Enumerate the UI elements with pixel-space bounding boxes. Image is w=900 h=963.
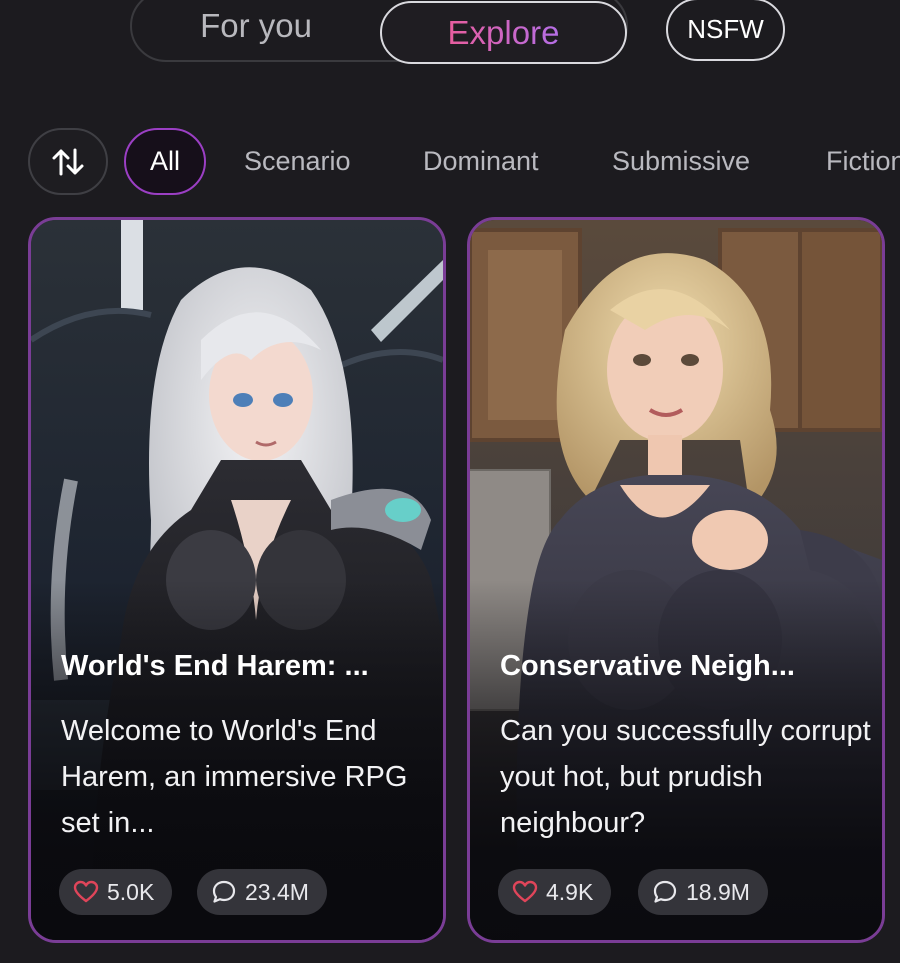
- comment-count: 23.4M: [245, 878, 309, 905]
- heart-icon: [73, 880, 99, 903]
- top-tab-bar: For you Explore NSFW: [130, 0, 785, 64]
- card-title: World's End Harem: ...: [61, 650, 369, 682]
- filter-chip-all[interactable]: All: [124, 128, 206, 195]
- comment-count-badge[interactable]: 23.4M: [197, 869, 327, 915]
- like-count-badge[interactable]: 5.0K: [59, 869, 173, 915]
- comment-count: 18.9M: [686, 878, 750, 905]
- heart-icon: [512, 880, 538, 903]
- chat-bubble-icon: [212, 880, 236, 903]
- card-description: Can you successfully corrupt yout hot, b…: [500, 715, 871, 839]
- filter-chip-scenario[interactable]: Scenario: [244, 128, 351, 195]
- category-filter-bar: All Scenario Dominant Submissive Fiction: [28, 128, 900, 196]
- explore-page: For you Explore NSFW All Scenario Domina…: [0, 0, 900, 963]
- filter-chip-submissive[interactable]: Submissive: [612, 128, 750, 195]
- nsfw-toggle-button[interactable]: NSFW: [666, 0, 785, 61]
- like-count: 4.9K: [546, 878, 594, 905]
- card-title: Conservative Neigh...: [500, 650, 795, 682]
- tab-for-you[interactable]: For you: [132, 0, 380, 60]
- filter-chip-fiction[interactable]: Fiction: [826, 128, 900, 195]
- chat-bubble-icon: [653, 880, 677, 903]
- comment-count-badge[interactable]: 18.9M: [638, 869, 768, 915]
- like-count-badge[interactable]: 4.9K: [498, 869, 612, 915]
- like-count: 5.0K: [107, 878, 155, 905]
- filter-chip-dominant[interactable]: Dominant: [423, 128, 539, 195]
- character-card[interactable]: World's End Harem: ... Welcome to World'…: [28, 217, 446, 943]
- character-card[interactable]: Conservative Neigh... Can you successful…: [467, 217, 885, 943]
- tab-explore[interactable]: Explore: [380, 1, 627, 64]
- tab-explore-label: Explore: [447, 13, 560, 51]
- sort-button[interactable]: [28, 128, 108, 195]
- feed-segmented-control: For you Explore: [130, 0, 628, 64]
- card-description: Welcome to World's End Harem, an immersi…: [61, 715, 408, 839]
- sort-arrows-icon: [52, 148, 84, 175]
